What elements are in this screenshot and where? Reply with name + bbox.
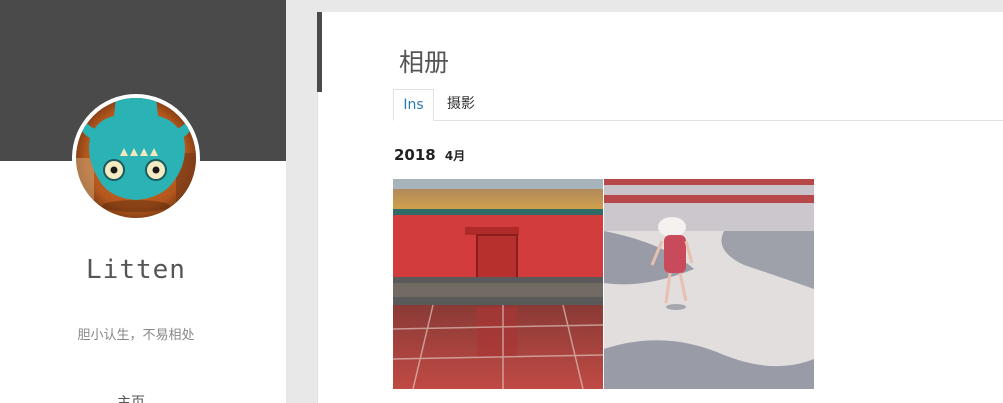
author-bio: 胆小认生，不易相处 — [77, 328, 195, 343]
sidebar: Litten 胆小认生，不易相处 主页 — [0, 0, 286, 403]
tab-photography[interactable]: 摄影 — [447, 89, 475, 121]
album-year: 2018 — [394, 146, 436, 164]
title-accent-bar — [317, 12, 322, 92]
photo-grid — [393, 179, 814, 389]
tab-ins[interactable]: Ins — [393, 89, 434, 121]
page-gutter — [286, 0, 317, 403]
avatar[interactable] — [76, 98, 196, 218]
album-date: 2018 4月 — [394, 145, 465, 164]
content-divider — [317, 92, 318, 403]
nav-item-home[interactable]: 主页 — [0, 392, 262, 403]
avatar-frame[interactable] — [72, 94, 200, 222]
author-name[interactable]: Litten — [0, 255, 272, 285]
album-tabs: Ins 摄影 — [393, 89, 1003, 121]
page-title: 相册 — [399, 48, 450, 77]
main-content: 相册 Ins 摄影 2018 4月 — [317, 12, 1003, 403]
album-month: 4月 — [444, 149, 466, 163]
photo-thumbnail[interactable] — [393, 179, 603, 389]
photo-thumbnail[interactable] — [604, 179, 814, 389]
